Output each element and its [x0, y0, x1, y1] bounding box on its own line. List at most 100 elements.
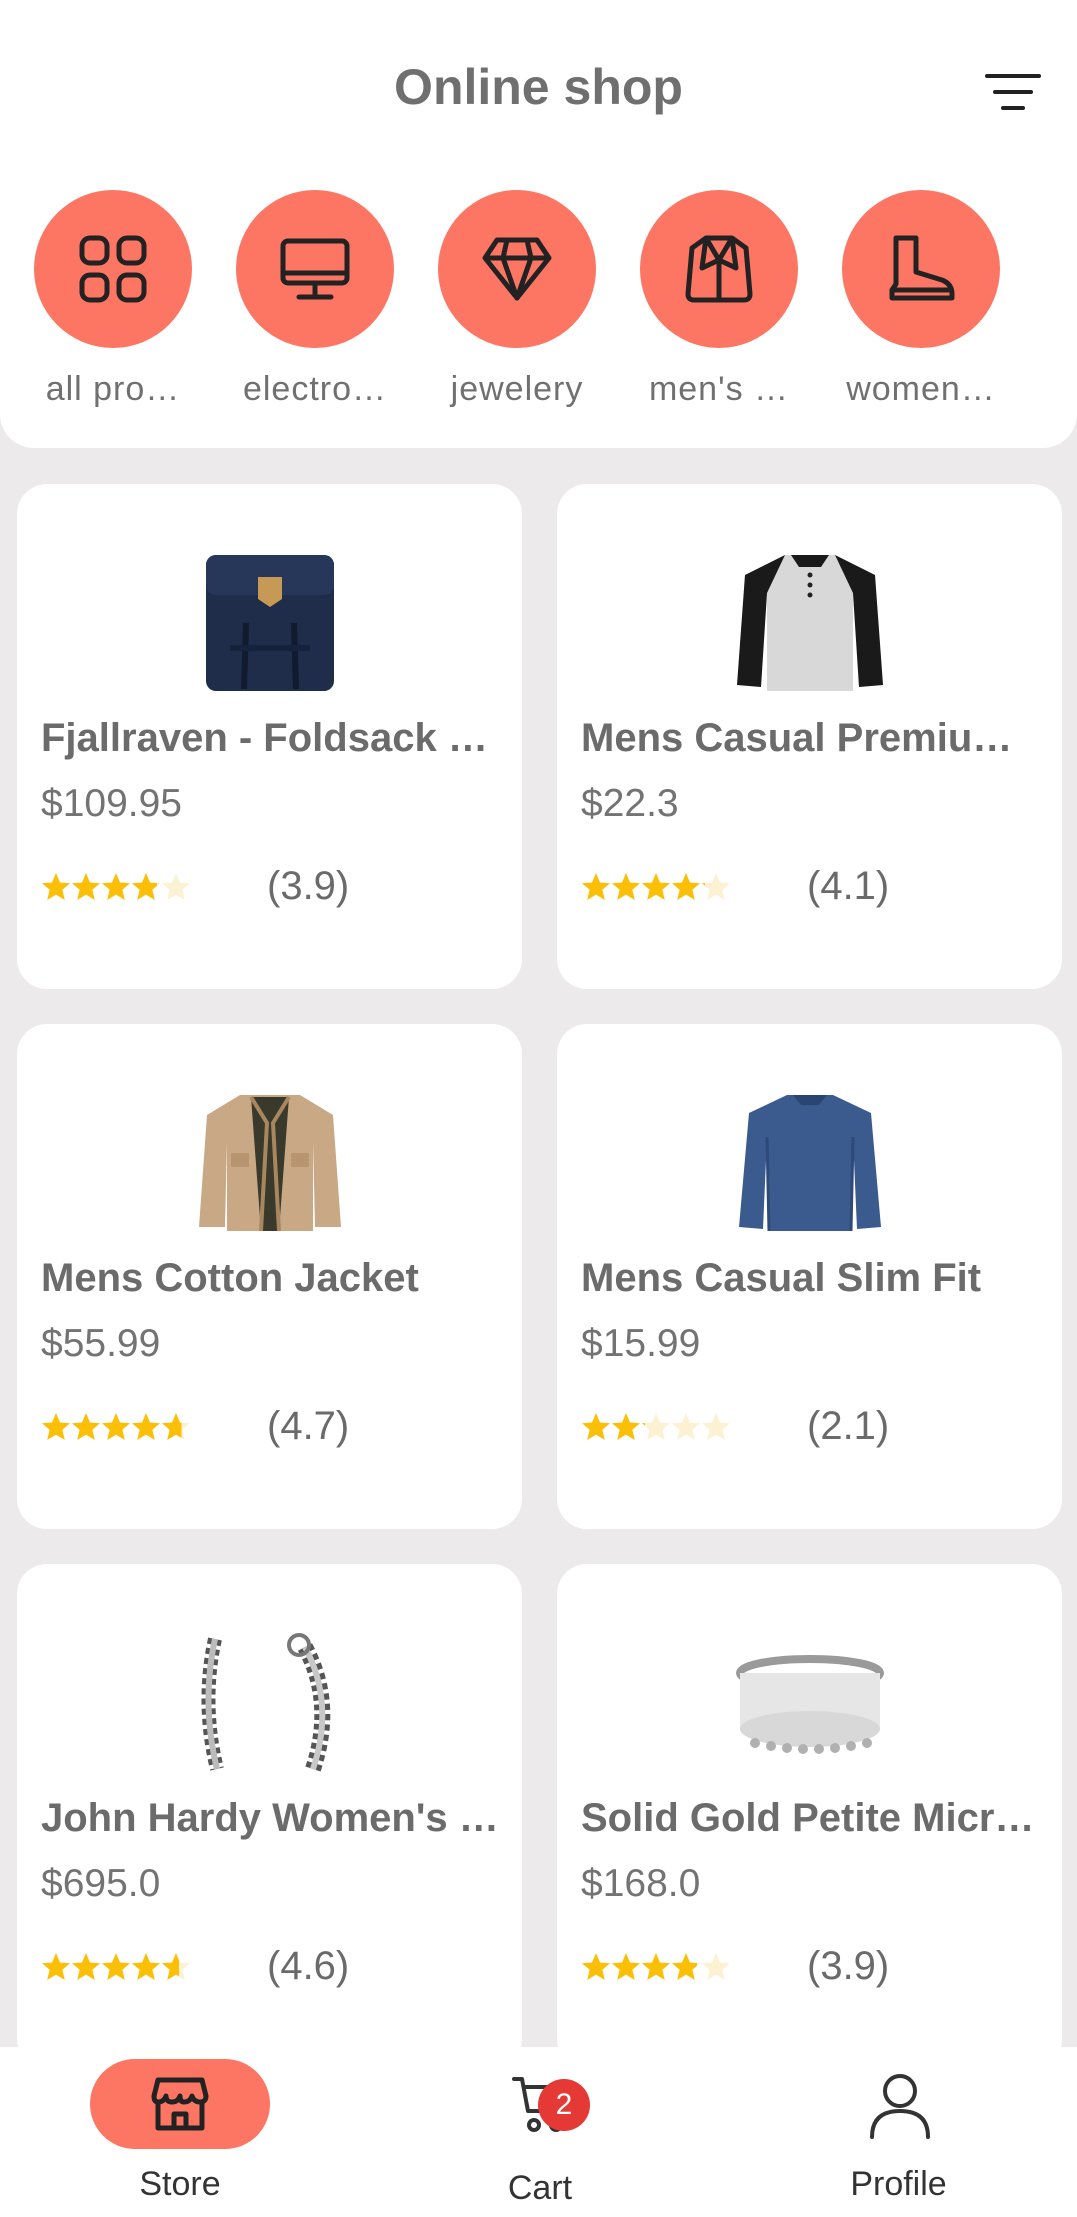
cart-badge: 2: [538, 2079, 590, 2131]
category-circle: [236, 190, 394, 348]
nav-profile[interactable]: Profile: [720, 2047, 1077, 2217]
nav-label-profile: Profile: [850, 2165, 947, 2203]
rating-value: (4.6): [267, 1944, 350, 1988]
star-icon: [161, 1952, 191, 1987]
product-card[interactable]: Solid Gold Petite Micropave $168.0 (3.9): [557, 1564, 1062, 2069]
shirt-icon: [685, 235, 753, 303]
product-price: $22.3: [581, 782, 679, 825]
star-rating: [41, 1412, 191, 1447]
ring-image: [736, 1654, 884, 1754]
star-icon: [611, 1952, 641, 1987]
star-icon: [41, 1952, 71, 1987]
product-name: Mens Casual Slim Fit: [581, 1256, 982, 1300]
product-image: [185, 1090, 355, 1235]
category-label: men's …: [648, 370, 790, 408]
product-card[interactable]: Mens Cotton Jacket $55.99 (4.7): [17, 1024, 522, 1529]
star-icon: [611, 1412, 641, 1447]
star-rating: [581, 1412, 731, 1447]
category-label: jewelery: [450, 370, 584, 408]
category-jewelery[interactable]: jewelery: [432, 190, 602, 409]
rating-value: (2.1): [807, 1404, 890, 1448]
grid-icon: [79, 235, 147, 303]
product-name: Fjallraven - Foldsack No. 1 Backpack: [41, 716, 500, 760]
rating-value: (4.1): [807, 864, 890, 908]
bottom-navigation: Store 2 Cart Profile: [0, 2047, 1077, 2217]
product-card[interactable]: John Hardy Women's Legends Naga Bracelet…: [17, 1564, 522, 2069]
star-icon: [581, 1952, 611, 1987]
product-price: $695.0: [41, 1862, 161, 1905]
category-label: women…: [846, 370, 996, 408]
filter-button[interactable]: [978, 60, 1048, 124]
category-circle: [842, 190, 1000, 348]
tshirt-image: [737, 554, 883, 691]
product-price: $55.99: [41, 1322, 161, 1365]
star-icon: [581, 1412, 611, 1447]
star-rating: [41, 1952, 191, 1987]
category-electronics[interactable]: electro…: [230, 190, 400, 409]
star-icon: [641, 1412, 671, 1447]
monitor-icon: [280, 238, 350, 300]
star-icon: [581, 872, 611, 907]
category-circle: [438, 190, 596, 348]
product-name: Mens Cotton Jacket: [41, 1256, 419, 1300]
product-price: $168.0: [581, 1862, 701, 1905]
star-icon: [701, 1412, 731, 1447]
star-icon: [611, 872, 641, 907]
jacket-image: [199, 1094, 341, 1231]
product-card[interactable]: Mens Casual Premium Slim Fit T-Shirts $2…: [557, 484, 1062, 989]
star-icon: [41, 872, 71, 907]
boot-icon: [889, 235, 955, 301]
page-title: Online shop: [394, 59, 683, 115]
category-circle: [640, 190, 798, 348]
category-womens-clothing[interactable]: women…: [836, 190, 1006, 409]
product-image: [725, 550, 895, 695]
star-icon: [131, 1952, 161, 1987]
store-pill: [90, 2059, 270, 2149]
star-icon: [701, 872, 731, 907]
longsleeve-image: [739, 1094, 881, 1231]
rating-value: (3.9): [267, 864, 350, 908]
star-icon: [641, 1952, 671, 1987]
product-name: John Hardy Women's Legends Naga Bracelet: [41, 1796, 500, 1840]
star-rating: [581, 872, 731, 907]
category-circle: [34, 190, 192, 348]
product-card[interactable]: Mens Casual Slim Fit $15.99 (2.1): [557, 1024, 1062, 1529]
nav-store[interactable]: Store: [0, 2047, 360, 2217]
star-icon: [71, 1952, 101, 1987]
nav-label-cart: Cart: [507, 2169, 573, 2207]
category-label: all pro…: [45, 370, 181, 408]
star-icon: [41, 1412, 71, 1447]
category-all-products[interactable]: all pro…: [28, 190, 198, 409]
diamond-icon: [482, 237, 552, 301]
product-image: [185, 1630, 355, 1775]
category-label: electro…: [242, 370, 388, 408]
product-image: [185, 550, 355, 695]
star-icon: [671, 872, 701, 907]
star-icon: [671, 1952, 701, 1987]
store-icon: [151, 2077, 209, 2131]
product-card[interactable]: Fjallraven - Foldsack No. 1 Backpack $10…: [17, 484, 522, 989]
star-icon: [701, 1952, 731, 1987]
star-rating: [41, 872, 191, 907]
category-mens-clothing[interactable]: men's …: [634, 190, 804, 409]
star-icon: [131, 1412, 161, 1447]
rating-value: (4.7): [267, 1404, 350, 1448]
product-price: $109.95: [41, 782, 182, 825]
star-icon: [71, 1412, 101, 1447]
star-icon: [671, 1412, 701, 1447]
star-icon: [71, 872, 101, 907]
product-grid: Fjallraven - Foldsack No. 1 Backpack $10…: [0, 448, 1077, 2069]
star-icon: [131, 872, 161, 907]
star-icon: [161, 1412, 191, 1447]
star-icon: [101, 1952, 131, 1987]
product-name: Mens Casual Premium Slim Fit T-Shirts: [581, 716, 1040, 760]
product-price: $15.99: [581, 1322, 701, 1365]
profile-icon: [870, 2074, 930, 2139]
nav-cart[interactable]: 2 Cart: [360, 2047, 720, 2217]
rating-value: (3.9): [807, 1944, 890, 1988]
bracelet-image: [201, 1632, 331, 1772]
category-bar: all pro… electro… jewelery men's … women…: [0, 168, 1077, 448]
star-icon: [641, 872, 671, 907]
backpack-image: [206, 554, 334, 691]
filter-icon: [985, 74, 1041, 110]
